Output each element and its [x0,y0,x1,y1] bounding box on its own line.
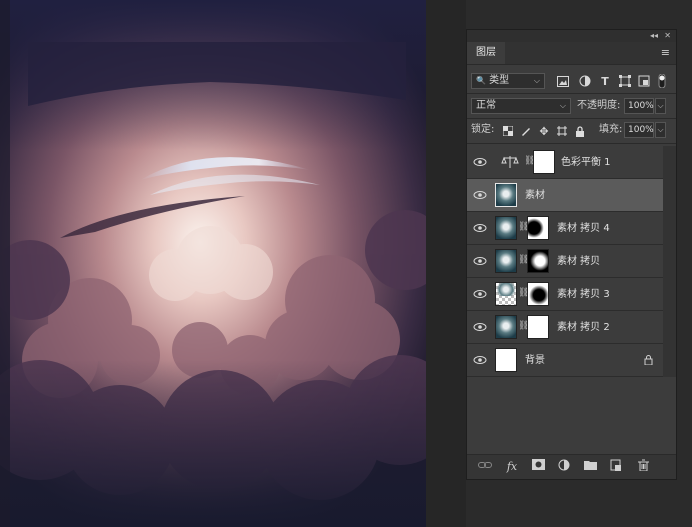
opacity-label: 不透明度: [577,100,621,111]
kind-filter-label: 类型 [489,75,510,86]
chevron-down-icon: ⌵ [559,101,566,110]
shape-filter-icon[interactable] [618,74,632,88]
blend-mode-select[interactable]: 正常 ⌵ [471,98,571,114]
lock-transparent-pixels-icon[interactable] [501,124,515,138]
search-icon: 🔍 [476,76,486,85]
panel-title-bar: ◂◂ ✕ [467,30,676,42]
document-canvas[interactable] [0,0,426,527]
layer-mask-thumbnail[interactable] [527,315,549,339]
color-balance-icon [501,154,519,173]
image-filter-icon[interactable] [556,74,570,88]
layer-kind-filter[interactable]: 🔍 类型 ⌵ [471,73,545,89]
cloud-artwork [0,0,426,527]
collapse-panel-icon[interactable]: ◂◂ [650,30,658,42]
layers-bottom-bar: fx [467,454,676,479]
new-layer-icon[interactable] [608,459,624,475]
visibility-eye-icon[interactable] [473,189,487,201]
layer-name: 素材 拷贝 3 [557,289,610,300]
divider [467,143,676,144]
text-filter-icon[interactable]: T [598,74,612,88]
lock-artboard-icon[interactable] [555,124,569,138]
fill-dropdown-icon[interactable]: ⌵ [655,122,666,138]
divider [467,118,676,119]
lock-position-icon[interactable]: ✥ [537,124,551,138]
visibility-eye-icon[interactable] [473,156,487,168]
layer-thumbnail[interactable] [495,315,517,339]
layer-name: 背景 [525,355,545,366]
visibility-eye-icon[interactable] [473,288,487,300]
group-folder-icon[interactable] [582,459,598,475]
layers-panel: ◂◂ ✕ 图层 ≡ 🔍 类型 ⌵ T 正常 ⌵ 不透明度: 100% ⌵ 锁定:… [466,29,677,480]
opacity-dropdown-icon[interactable]: ⌵ [655,98,666,114]
opacity-input[interactable]: 100% [624,98,654,114]
layer-name: 素材 [525,190,545,201]
layer-thumbnail[interactable] [495,216,517,240]
filter-toggle-icon[interactable] [655,74,669,88]
layer-row-sucai-copy-2[interactable]: ⛓ 素材 拷贝 2 [467,311,663,344]
visibility-eye-icon[interactable] [473,222,487,234]
layer-thumbnail[interactable] [495,348,517,372]
lock-image-pixels-icon[interactable] [519,124,533,138]
link-icon[interactable] [477,459,493,475]
layer-row-sucai[interactable]: 素材 [467,179,663,212]
close-panel-icon[interactable]: ✕ [664,30,671,42]
filter-row: 🔍 类型 ⌵ T [467,71,676,91]
blend-mode-value: 正常 [476,100,496,111]
visibility-eye-icon[interactable] [473,321,487,333]
layer-name: 素材 拷贝 2 [557,322,610,333]
divider [467,93,676,94]
panel-tab-row: 图层 ≡ [467,42,676,65]
layer-mask-thumbnail[interactable] [533,150,555,174]
fx-icon[interactable]: fx [504,459,520,475]
layer-mask-thumbnail[interactable] [527,216,549,240]
thumbnail-content [496,283,516,297]
adjustment-filter-icon[interactable] [578,74,592,88]
add-mask-icon[interactable] [530,459,546,475]
layer-name: 素材 拷贝 4 [557,223,610,234]
layers-scrollbar[interactable] [663,146,676,377]
panel-menu-icon[interactable]: ≡ [661,46,670,59]
blend-row: 正常 ⌵ 不透明度: 100% ⌵ [467,96,676,116]
layer-row-background[interactable]: 背景 [467,344,663,377]
visibility-eye-icon[interactable] [473,354,487,366]
layer-mask-thumbnail[interactable] [527,282,549,306]
lock-label: 锁定: [471,124,495,135]
layer-row-sucai-copy-4[interactable]: ⛓ 素材 拷贝 4 [467,212,663,245]
smartobject-filter-icon[interactable] [637,74,651,88]
layer-name: 素材 拷贝 [557,256,601,267]
layer-row-sucai-copy[interactable]: ⛓ 素材 拷贝 [467,245,663,278]
visibility-eye-icon[interactable] [473,255,487,267]
chevron-down-icon: ⌵ [533,76,540,85]
layer-row-color-balance[interactable]: ⛓ 色彩平衡 1 [467,146,663,179]
layer-thumbnail[interactable] [495,249,517,273]
tab-layers[interactable]: 图层 [467,42,505,64]
lock-all-icon[interactable] [573,124,587,138]
layer-name: 色彩平衡 1 [561,157,611,168]
layer-mask-thumbnail[interactable] [527,249,549,273]
adjustment-icon[interactable] [556,459,572,475]
lock-row: 锁定: ✥ 填充: 100% ⌵ [467,120,676,140]
layer-row-sucai-copy-3[interactable]: ⛓ 素材 拷贝 3 [467,278,663,311]
lock-icon [644,355,653,368]
layer-thumbnail[interactable] [495,183,517,207]
workspace-background [426,0,466,527]
fill-label: 填充: [599,124,623,135]
fill-input[interactable]: 100% [624,122,654,138]
layer-thumbnail[interactable] [495,282,517,306]
trash-icon[interactable] [635,459,651,475]
